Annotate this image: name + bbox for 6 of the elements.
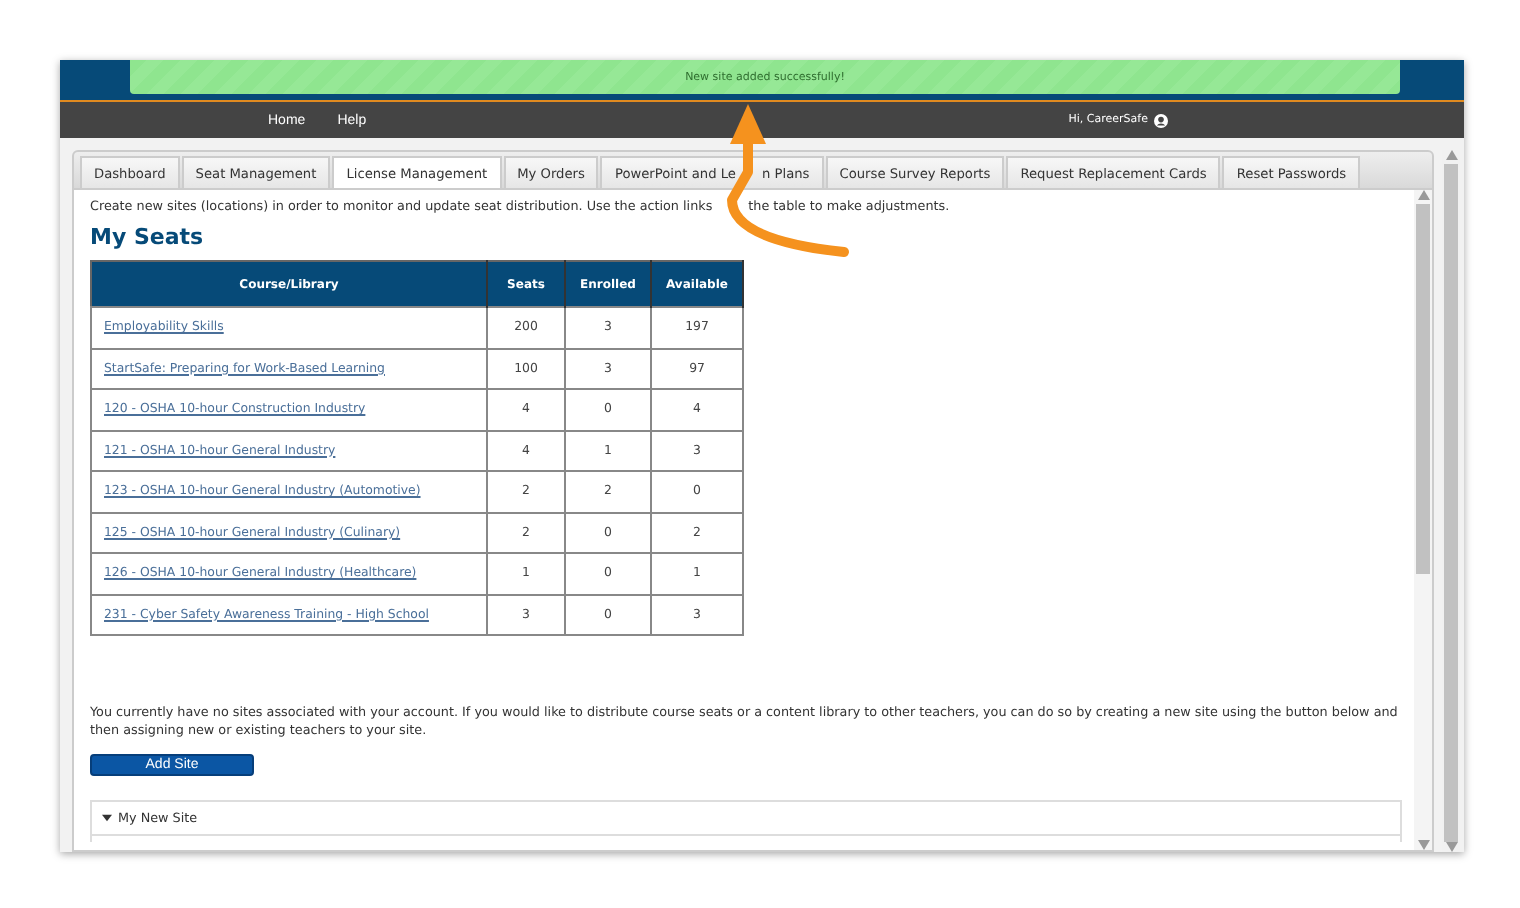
user-icon[interactable] [1154, 113, 1168, 127]
page-scrollbar[interactable] [1442, 150, 1460, 852]
scroll-down-icon[interactable] [1417, 840, 1429, 850]
scrollbar[interactable] [1414, 190, 1432, 850]
caret-icon [102, 814, 112, 823]
section-heading: My Seats [90, 224, 204, 250]
